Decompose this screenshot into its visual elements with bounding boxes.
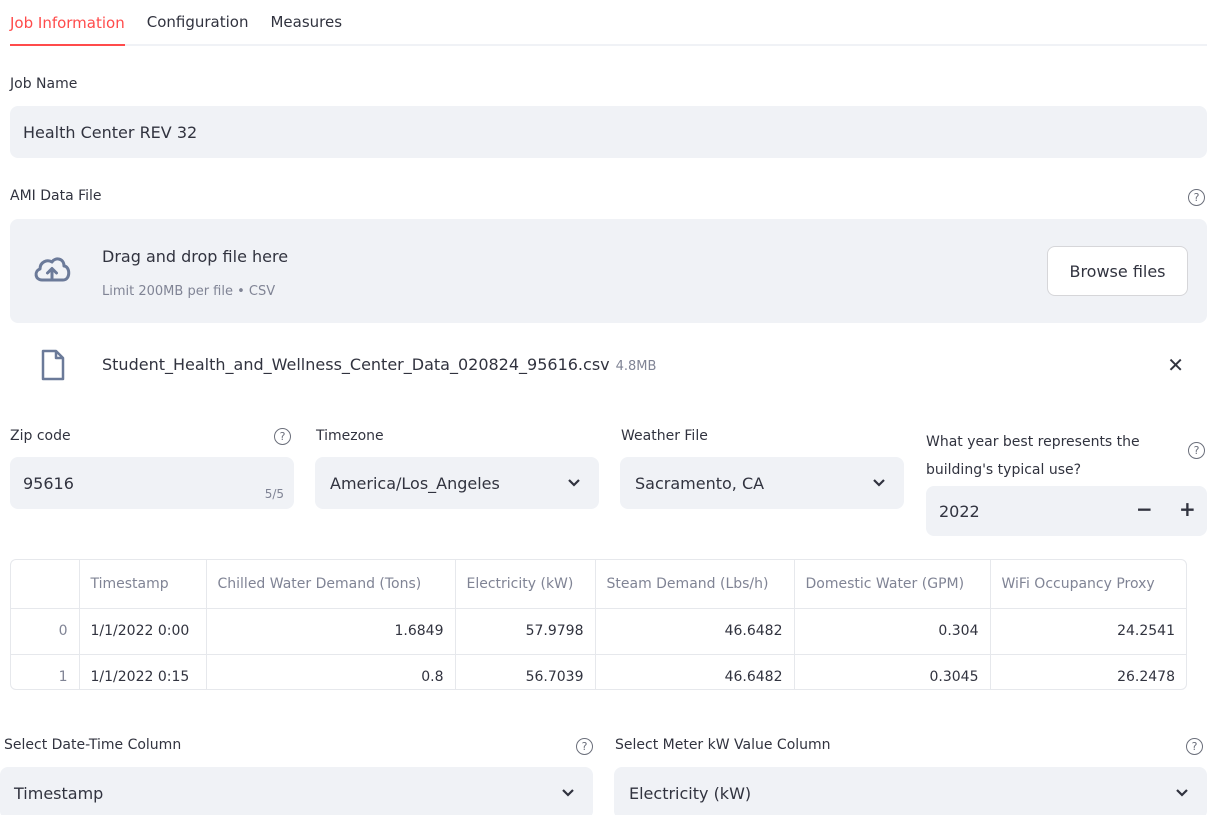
column-header-steam[interactable]: Steam Demand (Lbs/h) xyxy=(595,560,795,609)
typical-year-stepper[interactable]: 2022 − + xyxy=(926,486,1207,536)
column-header-domestic-water[interactable]: Domestic Water (GPM) xyxy=(794,560,991,609)
remove-file-close-icon[interactable]: ✕ xyxy=(1167,353,1184,377)
uploaded-file-row: Student_Health_and_Wellness_Center_Data_… xyxy=(40,345,1200,385)
datetime-help-icon[interactable]: ? xyxy=(576,738,593,755)
page: Job Information Configuration Measures J… xyxy=(0,0,1207,815)
decrement-button[interactable]: − xyxy=(1136,497,1153,521)
row-index: 0 xyxy=(11,608,80,655)
chevron-down-icon xyxy=(562,789,574,797)
chevron-down-icon xyxy=(873,479,885,487)
timezone-label: Timezone xyxy=(316,428,384,444)
cell-chilled-water[interactable]: 1.6849 xyxy=(206,608,456,655)
timezone-value: America/Los_Angeles xyxy=(330,473,500,493)
ami-data-file-label: AMI Data File xyxy=(10,188,102,204)
cell-electricity[interactable]: 56.7039 xyxy=(455,654,596,689)
meter-kw-column-select[interactable]: Electricity (kW) xyxy=(614,767,1207,815)
chevron-down-icon xyxy=(1176,789,1188,797)
tab-bar: Job Information Configuration Measures xyxy=(10,0,1207,46)
increment-button[interactable]: + xyxy=(1179,497,1196,521)
cell-wifi-occupancy[interactable]: 26.2478 xyxy=(990,654,1186,689)
meter-kw-column-label: Select Meter kW Value Column xyxy=(615,737,831,753)
chevron-down-icon xyxy=(568,479,580,487)
column-header-wifi-occupancy[interactable]: WiFi Occupancy Proxy xyxy=(990,560,1186,609)
file-name-text: Student_Health_and_Wellness_Center_Data_… xyxy=(102,355,610,374)
row-index: 1 xyxy=(11,654,80,689)
timezone-select[interactable]: America/Los_Angeles xyxy=(315,457,599,509)
cell-timestamp[interactable]: 1/1/2022 0:15 xyxy=(79,654,207,689)
weather-file-value: Sacramento, CA xyxy=(635,473,765,493)
zip-code-input[interactable]: 95616 5/5 xyxy=(10,457,294,509)
cell-domestic-water[interactable]: 0.3045 xyxy=(794,654,991,689)
column-header-electricity[interactable]: Electricity (kW) xyxy=(455,560,596,609)
column-header-index[interactable] xyxy=(11,560,80,609)
datetime-column-value: Timestamp xyxy=(14,783,104,803)
cell-steam[interactable]: 46.6482 xyxy=(595,654,795,689)
typical-year-label: What year best represents the building's… xyxy=(926,428,1140,484)
typical-year-label-line1: What year best represents the xyxy=(926,434,1140,450)
data-preview-table[interactable]: Timestamp Chilled Water Demand (Tons) El… xyxy=(10,559,1187,690)
cell-timestamp[interactable]: 1/1/2022 0:00 xyxy=(79,608,207,655)
browse-files-button[interactable]: Browse files xyxy=(1047,246,1188,296)
ami-help-icon[interactable]: ? xyxy=(1188,189,1205,206)
cell-electricity[interactable]: 57.9798 xyxy=(455,608,596,655)
file-size-text: 4.8MB xyxy=(615,359,657,374)
uploaded-file-name: Student_Health_and_Wellness_Center_Data_… xyxy=(102,355,656,374)
table-row: 0 1/1/2022 0:00 1.6849 57.9798 46.6482 0… xyxy=(11,608,1186,655)
meter-help-icon[interactable]: ? xyxy=(1186,738,1203,755)
tab-measures[interactable]: Measures xyxy=(270,13,342,44)
file-icon xyxy=(41,349,65,381)
cell-wifi-occupancy[interactable]: 24.2541 xyxy=(990,608,1186,655)
tab-configuration[interactable]: Configuration xyxy=(147,13,249,44)
typical-year-value: 2022 xyxy=(939,501,980,521)
typical-year-label-line2: building's typical use? xyxy=(926,462,1082,478)
job-name-input[interactable]: Health Center REV 32 xyxy=(10,106,1207,158)
weather-file-label: Weather File xyxy=(621,428,708,444)
zip-code-label: Zip code xyxy=(10,428,71,444)
tab-job-information[interactable]: Job Information xyxy=(10,14,125,46)
zip-code-value: 95616 xyxy=(23,473,74,493)
cell-domestic-water[interactable]: 0.304 xyxy=(794,608,991,655)
year-help-icon[interactable]: ? xyxy=(1188,442,1205,459)
cell-chilled-water[interactable]: 0.8 xyxy=(206,654,456,689)
column-header-chilled-water[interactable]: Chilled Water Demand (Tons) xyxy=(206,560,456,609)
dropzone-limit-text: Limit 200MB per file • CSV xyxy=(102,284,276,299)
meter-kw-column-value: Electricity (kW) xyxy=(629,783,752,803)
column-header-timestamp[interactable]: Timestamp xyxy=(79,560,207,609)
datetime-column-label: Select Date-Time Column xyxy=(4,737,182,753)
cloud-upload-icon xyxy=(34,257,71,282)
weather-file-select[interactable]: Sacramento, CA xyxy=(620,457,904,509)
job-name-label: Job Name xyxy=(10,76,78,92)
datetime-column-select[interactable]: Timestamp xyxy=(0,767,593,815)
dropzone-title: Drag and drop file here xyxy=(102,247,289,266)
zip-help-icon[interactable]: ? xyxy=(274,428,291,445)
zip-char-counter: 5/5 xyxy=(264,487,284,501)
table-row: 1 1/1/2022 0:15 0.8 56.7039 46.6482 0.30… xyxy=(11,654,1186,689)
file-dropzone[interactable]: Drag and drop file here Limit 200MB per … xyxy=(10,219,1207,323)
cell-steam[interactable]: 46.6482 xyxy=(595,608,795,655)
table-header-row: Timestamp Chilled Water Demand (Tons) El… xyxy=(11,560,1186,609)
